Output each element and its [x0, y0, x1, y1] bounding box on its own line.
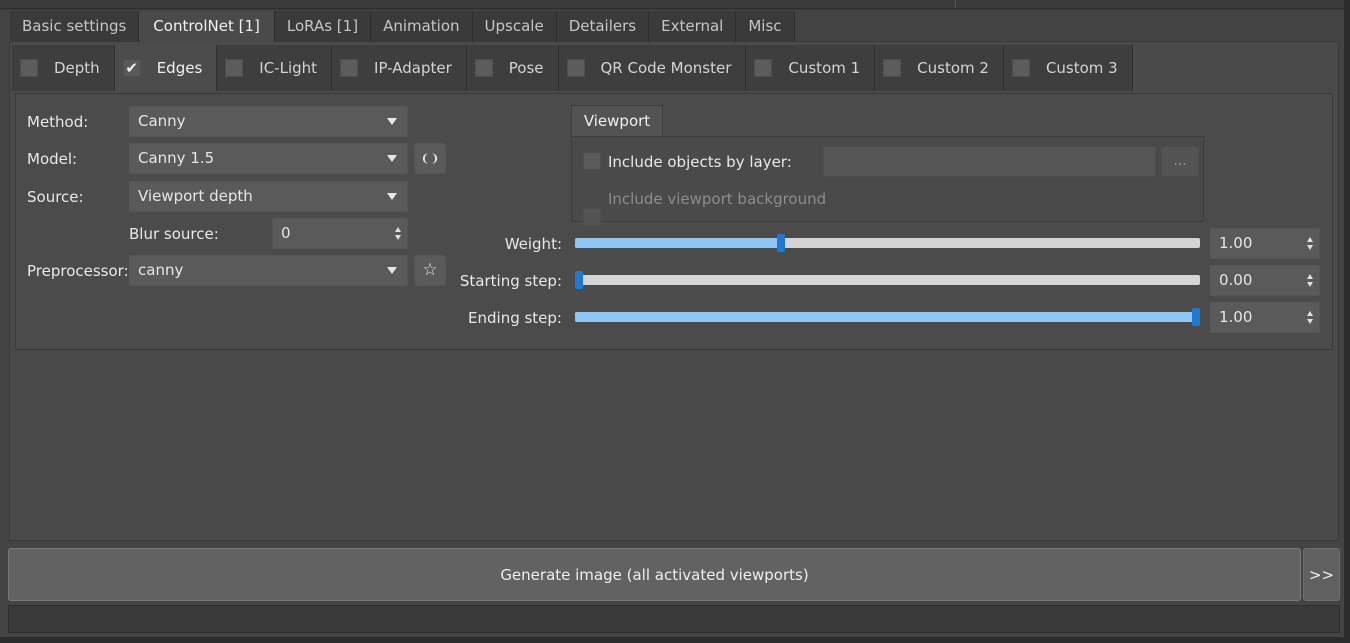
spin-up-icon[interactable] [1307, 237, 1313, 242]
model-label: Model: [27, 150, 78, 168]
ip-adapter-checkbox[interactable] [340, 59, 359, 77]
tab-basic-settings[interactable]: Basic settings [10, 11, 140, 42]
tab-misc[interactable]: Misc [736, 11, 795, 42]
include-background-checkbox[interactable] [583, 208, 601, 226]
source-dropdown[interactable]: Viewport depth [129, 181, 408, 212]
weight-spinbox[interactable]: 1.00 [1210, 228, 1320, 259]
ending-step-label: Ending step: [468, 309, 562, 327]
subtab-label: IP-Adapter [374, 59, 452, 77]
generate-image-button[interactable]: Generate image (all activated viewports) [8, 548, 1301, 601]
weight-slider-handle[interactable] [777, 234, 786, 252]
starting-step-spinbox[interactable]: 0.00 [1210, 265, 1320, 296]
subtab-label: Custom 3 [1045, 59, 1118, 77]
weight-slider-fill [575, 238, 782, 248]
tab-loras[interactable]: LoRAs [1] [274, 11, 372, 42]
tab-detailers[interactable]: Detailers [556, 11, 650, 42]
tab-controlnet[interactable]: ControlNet [1] [139, 11, 275, 42]
subtab-label: QR Code Monster [600, 59, 732, 77]
main-tab-bar: Basic settings ControlNet [1] LoRAs [1] … [10, 11, 795, 42]
include-objects-checkbox[interactable] [583, 152, 601, 170]
controlnet-type-tab-bar: Depth ✔ Edges IC-Light IP-Adapter Pose Q… [12, 45, 1133, 91]
subtab-custom-2[interactable]: Custom 2 [875, 45, 1004, 91]
qr-code-monster-checkbox[interactable] [566, 59, 585, 77]
ending-step-slider-handle[interactable] [1192, 308, 1200, 326]
spin-down-icon[interactable] [1307, 245, 1313, 250]
subtab-pose[interactable]: Pose [466, 45, 559, 91]
source-value: Viewport depth [138, 187, 253, 205]
window-edge-bottom [0, 637, 1350, 643]
blur-source-value: 0 [281, 224, 291, 242]
preprocessor-label: Preprocessor: [27, 262, 129, 280]
include-objects-label: Include objects by layer: [608, 153, 792, 171]
edges-checkbox[interactable]: ✔ [122, 59, 141, 77]
ending-step-value: 1.00 [1219, 308, 1253, 326]
method-value: Canny [138, 112, 186, 130]
chevron-down-icon [387, 193, 397, 200]
starting-step-value: 0.00 [1219, 271, 1253, 289]
starting-step-label: Starting step: [459, 272, 562, 290]
preprocessor-value: canny [138, 261, 184, 279]
subtab-label: Edges [156, 59, 203, 77]
subtab-label: Depth [54, 59, 100, 77]
weight-slider[interactable] [575, 234, 1200, 252]
ic-light-checkbox[interactable] [225, 59, 244, 77]
ending-step-slider[interactable] [575, 308, 1200, 326]
custom-1-checkbox[interactable] [754, 59, 773, 77]
viewport-tab[interactable]: Viewport [571, 105, 663, 137]
subtab-label: IC-Light [259, 59, 318, 77]
top-strip-border [0, 8, 1350, 9]
subtab-custom-1[interactable]: Custom 1 [746, 45, 876, 91]
subtab-label: Custom 2 [917, 59, 989, 77]
tab-external[interactable]: External [649, 11, 737, 42]
starting-step-slider-handle[interactable] [575, 271, 583, 289]
browse-layers-button[interactable]: ... [1161, 146, 1199, 177]
spin-up-icon[interactable] [395, 227, 401, 232]
spin-down-icon[interactable] [1307, 282, 1313, 287]
subtab-ic-light[interactable]: IC-Light [217, 45, 333, 91]
subtab-edges[interactable]: ✔ Edges [114, 45, 218, 91]
chevron-down-icon [387, 155, 397, 162]
ending-step-slider-fill [575, 312, 1200, 322]
spin-up-icon[interactable] [1307, 274, 1313, 279]
ending-step-spinbox[interactable]: 1.00 [1210, 302, 1320, 333]
starting-step-slider[interactable] [575, 271, 1200, 289]
subtab-label: Custom 1 [788, 59, 861, 77]
include-background-label: Include viewport background [608, 190, 827, 208]
spin-down-icon[interactable] [1307, 319, 1313, 324]
source-label: Source: [27, 188, 84, 206]
weight-value: 1.00 [1219, 234, 1253, 252]
refresh-models-button[interactable]: ❨❩ [414, 143, 446, 174]
method-label: Method: [27, 113, 89, 131]
subtab-custom-3[interactable]: Custom 3 [1003, 45, 1133, 91]
tab-animation[interactable]: Animation [371, 11, 473, 42]
weight-label: Weight: [504, 235, 562, 253]
spin-up-icon[interactable] [1307, 311, 1313, 316]
window-edge-right [1344, 0, 1350, 643]
top-strip-divider [955, 0, 956, 8]
custom-2-checkbox[interactable] [883, 59, 902, 77]
layer-input[interactable] [823, 146, 1156, 177]
custom-3-checkbox[interactable] [1011, 59, 1030, 77]
status-bar [8, 605, 1340, 633]
method-dropdown[interactable]: Canny [129, 106, 408, 137]
tab-upscale[interactable]: Upscale [472, 11, 557, 42]
subtab-depth[interactable]: Depth [12, 45, 115, 91]
subtab-ip-adapter[interactable]: IP-Adapter [332, 45, 467, 91]
depth-checkbox[interactable] [20, 59, 38, 77]
top-strip [0, 0, 1350, 10]
blur-source-label: Blur source: [129, 225, 219, 243]
subtab-qr-code-monster[interactable]: QR Code Monster [558, 45, 747, 91]
refresh-icon: ❨❩ [420, 152, 440, 165]
chevron-down-icon [387, 118, 397, 125]
model-dropdown[interactable]: Canny 1.5 [129, 143, 408, 174]
model-value: Canny 1.5 [138, 149, 215, 167]
subtab-label: Pose [508, 59, 544, 77]
expand-generate-button[interactable]: >> [1303, 548, 1340, 601]
pose-checkbox[interactable] [474, 59, 493, 77]
